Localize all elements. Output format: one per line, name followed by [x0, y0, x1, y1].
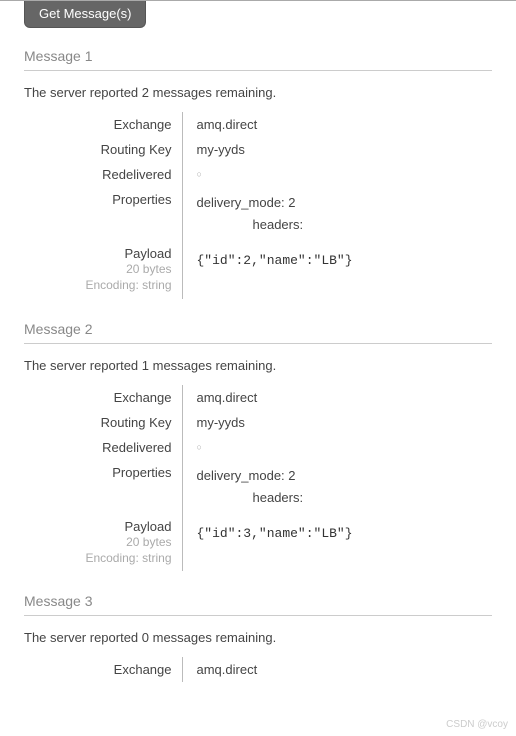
payload-value: {"id":3,"name":"LB"}: [197, 526, 353, 541]
message-details-table: Exchange amq.direct: [24, 657, 257, 682]
message-block: Message 1 The server reported 2 messages…: [24, 48, 492, 299]
message-title: Message 2: [24, 321, 492, 344]
message-title: Message 1: [24, 48, 492, 71]
routing-key-value: my-yyds: [182, 137, 353, 162]
remaining-count: 0: [142, 630, 149, 645]
exchange-value: amq.direct: [182, 385, 353, 410]
delivery-mode-value: 2: [288, 468, 295, 483]
remaining-count: 2: [142, 85, 149, 100]
redelivered-icon: ○: [197, 169, 202, 179]
remaining-suffix: messages remaining.: [149, 358, 276, 373]
message-details-table: Exchange amq.direct Routing Key my-yyds …: [24, 385, 353, 572]
exchange-label: Exchange: [24, 112, 182, 137]
properties-label: Properties: [24, 187, 182, 241]
message-block: Message 2 The server reported 1 messages…: [24, 321, 492, 572]
payload-encoding: Encoding: string: [24, 277, 172, 293]
properties-value: delivery_mode: 2 headers:: [197, 192, 353, 236]
delivery-mode-label: delivery_mode:: [197, 468, 285, 483]
redelivered-icon: ○: [197, 442, 202, 452]
remaining-text: The server reported 0 messages remaining…: [24, 630, 492, 645]
remaining-prefix: The server reported: [24, 85, 142, 100]
message-details-table: Exchange amq.direct Routing Key my-yyds …: [24, 112, 353, 299]
remaining-prefix: The server reported: [24, 358, 142, 373]
payload-bytes: 20 bytes: [24, 534, 172, 550]
remaining-text: The server reported 1 messages remaining…: [24, 358, 492, 373]
routing-key-label: Routing Key: [24, 410, 182, 435]
get-messages-button[interactable]: Get Message(s): [24, 1, 146, 28]
watermark: CSDN @vcoy: [446, 719, 508, 730]
payload-label: Payload: [24, 246, 172, 261]
routing-key-label: Routing Key: [24, 137, 182, 162]
headers-label: headers:: [197, 487, 353, 509]
properties-label: Properties: [24, 460, 182, 514]
redelivered-label: Redelivered: [24, 435, 182, 460]
payload-value: {"id":2,"name":"LB"}: [197, 253, 353, 268]
remaining-count: 1: [142, 358, 149, 373]
exchange-label: Exchange: [24, 657, 182, 682]
remaining-text: The server reported 2 messages remaining…: [24, 85, 492, 100]
exchange-value: amq.direct: [182, 657, 257, 682]
message-title: Message 3: [24, 593, 492, 616]
redelivered-label: Redelivered: [24, 162, 182, 187]
remaining-suffix: messages remaining.: [149, 630, 276, 645]
routing-key-value: my-yyds: [182, 410, 353, 435]
delivery-mode-value: 2: [288, 195, 295, 210]
delivery-mode-label: delivery_mode:: [197, 195, 285, 210]
message-block: Message 3 The server reported 0 messages…: [24, 593, 492, 682]
payload-label: Payload: [24, 519, 172, 534]
remaining-prefix: The server reported: [24, 630, 142, 645]
payload-bytes: 20 bytes: [24, 261, 172, 277]
exchange-value: amq.direct: [182, 112, 353, 137]
properties-value: delivery_mode: 2 headers:: [197, 465, 353, 509]
remaining-suffix: messages remaining.: [149, 85, 276, 100]
exchange-label: Exchange: [24, 385, 182, 410]
payload-encoding: Encoding: string: [24, 550, 172, 566]
headers-label: headers:: [197, 214, 353, 236]
